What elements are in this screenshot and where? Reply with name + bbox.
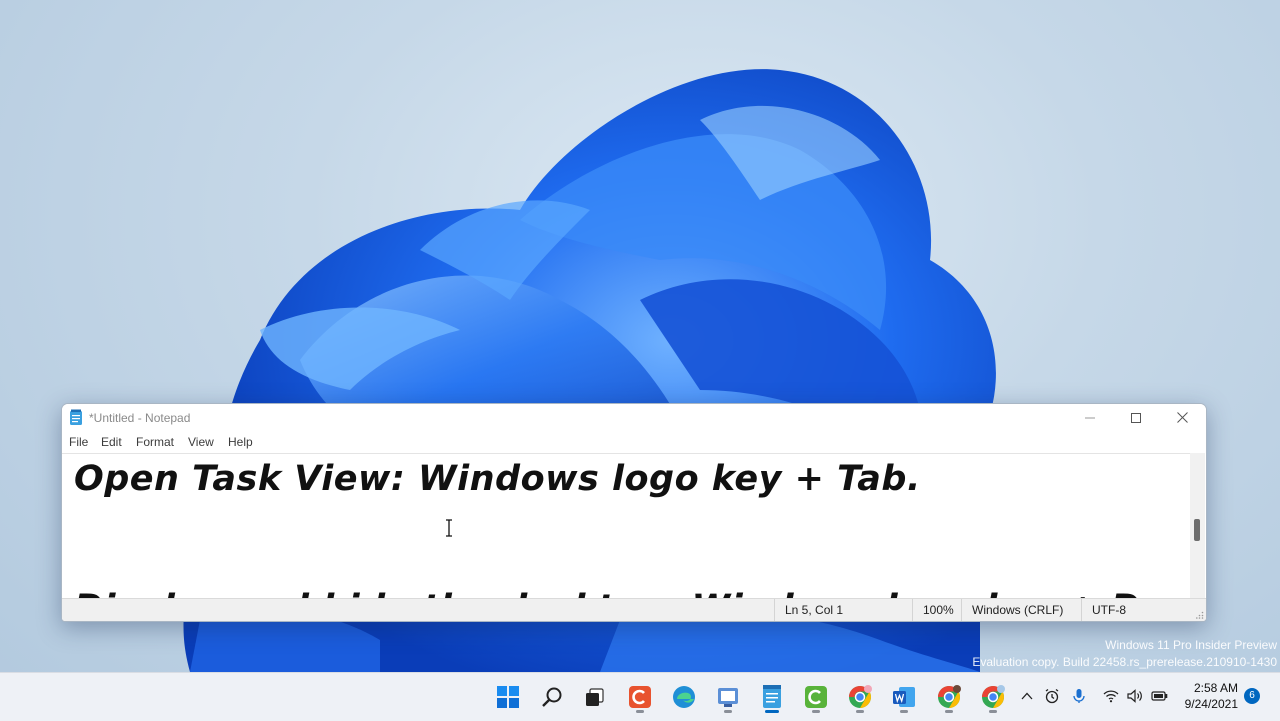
cursor-position: Ln 5, Col 1: [774, 599, 843, 621]
close-icon: [1176, 412, 1188, 423]
start-button[interactable]: [491, 680, 525, 714]
taskbar-app-edge[interactable]: [667, 680, 701, 714]
minimize-icon: [1085, 417, 1095, 418]
chrome-icon: [849, 685, 872, 708]
minimize-button[interactable]: [1067, 404, 1113, 431]
notepad-window[interactable]: *Untitled - Notepad File Edit Format Vie…: [61, 403, 1207, 622]
running-indicator: [724, 710, 732, 713]
search-button[interactable]: [535, 680, 569, 714]
taskbar-app-chrome-dev[interactable]: [976, 680, 1010, 714]
taskbar-app-camtasia-recorder[interactable]: [799, 680, 833, 714]
resize-grip-icon[interactable]: [1196, 611, 1204, 619]
status-bar: Ln 5, Col 1 100% Windows (CRLF) UTF-8: [62, 598, 1206, 621]
microphone-icon: [1073, 689, 1085, 703]
notepad-app-icon: [70, 409, 82, 425]
tray-alarm[interactable]: [1041, 685, 1063, 707]
text-editor[interactable]: Open Task View: Windows logo key + Tab. …: [62, 453, 1190, 599]
running-indicator: [636, 710, 644, 713]
clock-time[interactable]: 2:58 AM: [1190, 681, 1238, 695]
running-indicator: [856, 710, 864, 713]
running-indicator: [945, 710, 953, 713]
menu-edit[interactable]: Edit: [101, 435, 122, 449]
wifi-icon: [1103, 690, 1119, 703]
word-icon: [893, 687, 915, 707]
tray-microphone[interactable]: [1068, 685, 1090, 707]
taskbar-app-notepad[interactable]: [755, 680, 789, 714]
encoding: UTF-8: [1081, 599, 1126, 621]
windows-logo-icon: [497, 686, 519, 708]
tray-battery[interactable]: [1149, 685, 1171, 707]
clock-date[interactable]: 9/24/2021: [1180, 697, 1238, 711]
taskbar-app-chrome[interactable]: [843, 680, 877, 714]
menu-format[interactable]: Format: [136, 435, 174, 449]
close-button[interactable]: [1159, 404, 1205, 431]
taskbar-app-camtasia[interactable]: [623, 680, 657, 714]
menu-bar: File Edit Format View Help: [62, 431, 1206, 453]
line-ending: Windows (CRLF): [961, 599, 1063, 621]
task-view-icon: [586, 688, 604, 706]
taskbar-app-word[interactable]: [887, 680, 921, 714]
window-title: *Untitled - Notepad: [89, 411, 191, 425]
camtasia-icon: [629, 686, 651, 708]
paint-icon: [718, 688, 738, 707]
edge-icon: [673, 686, 695, 708]
running-indicator: [765, 710, 779, 713]
chrome-icon: [938, 685, 961, 708]
menu-view[interactable]: View: [188, 435, 214, 449]
volume-icon: [1127, 689, 1142, 703]
maximize-icon: [1131, 412, 1141, 423]
scrollbar-thumb[interactable]: [1194, 519, 1200, 541]
notification-badge[interactable]: 6: [1244, 688, 1260, 704]
chevron-up-icon: [1021, 692, 1033, 700]
battery-icon: [1151, 691, 1168, 701]
menu-file[interactable]: File: [69, 435, 88, 449]
task-view-button[interactable]: [578, 680, 612, 714]
tray-volume[interactable]: [1124, 685, 1146, 707]
taskbar: [0, 672, 1280, 721]
editor-line: Open Task View: Windows logo key + Tab.: [74, 459, 921, 499]
tray-wifi[interactable]: [1100, 685, 1122, 707]
maximize-button[interactable]: [1113, 404, 1159, 431]
show-hidden-icons-button[interactable]: [1016, 685, 1038, 707]
taskbar-app-paint[interactable]: [711, 680, 745, 714]
menu-help[interactable]: Help: [228, 435, 253, 449]
watermark-line: Windows 11 Pro Insider Preview: [1105, 638, 1277, 652]
title-bar[interactable]: *Untitled - Notepad: [62, 404, 1206, 431]
alarm-clock-icon: [1045, 688, 1059, 704]
zoom-level: 100%: [912, 599, 954, 621]
running-indicator: [989, 710, 997, 713]
running-indicator: [900, 710, 908, 713]
watermark-line: Evaluation copy. Build 22458.rs_prerelea…: [972, 655, 1277, 669]
camtasia-green-icon: [805, 686, 827, 708]
taskbar-app-chrome-profile[interactable]: [932, 680, 966, 714]
notepad-icon: [763, 685, 781, 708]
running-indicator: [812, 710, 820, 713]
vertical-scrollbar[interactable]: [1190, 453, 1205, 598]
search-icon: [542, 687, 562, 707]
text-cursor-icon: [446, 519, 452, 537]
chrome-icon: [982, 685, 1005, 708]
